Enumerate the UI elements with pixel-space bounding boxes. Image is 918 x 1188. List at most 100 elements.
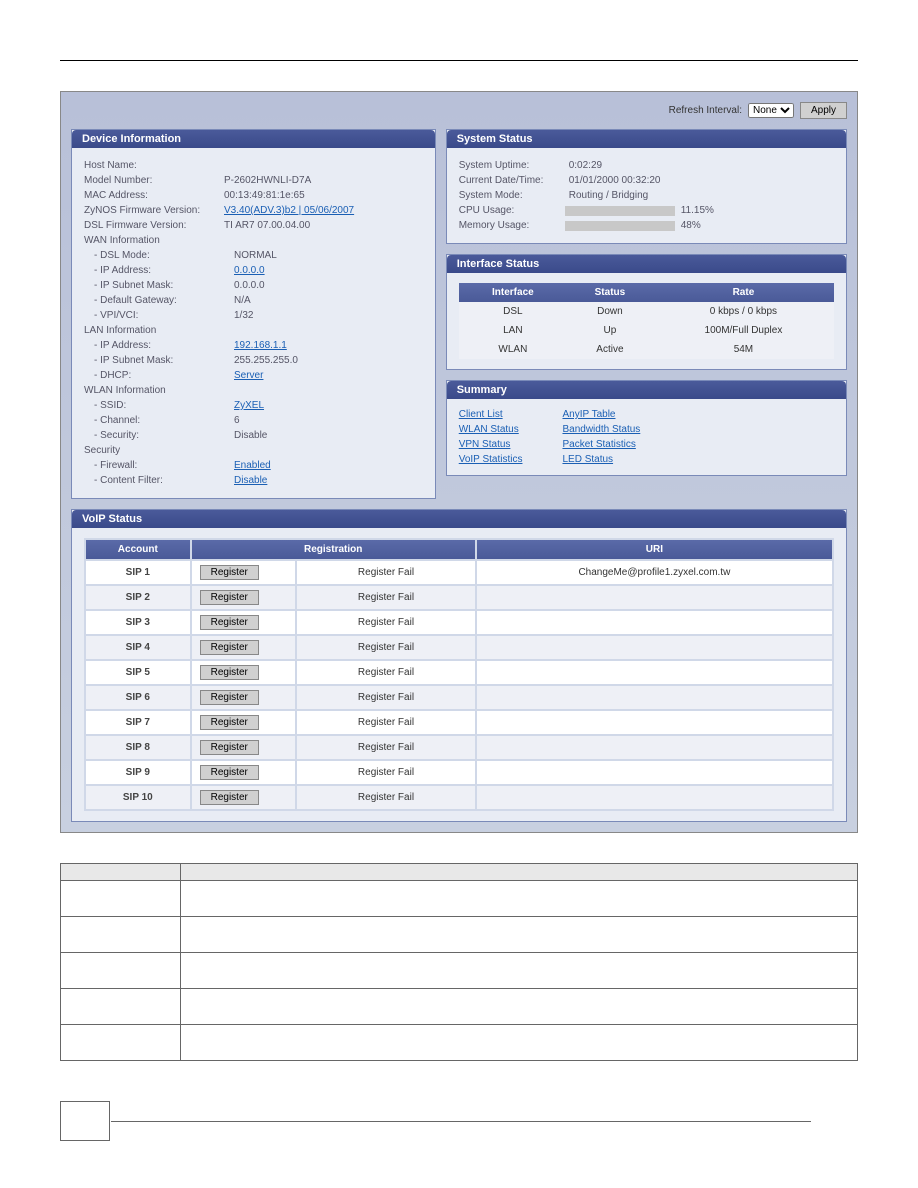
- cpu-bar: [565, 206, 675, 216]
- wan-ip-link[interactable]: 0.0.0.0: [234, 265, 265, 276]
- register-button[interactable]: Register: [200, 665, 259, 680]
- voip-uri: ChangeMe@profile1.zyxel.com.tw: [477, 561, 832, 584]
- register-button[interactable]: Register: [200, 565, 259, 580]
- voip-register-cell: Register: [192, 761, 296, 784]
- router-status-screenshot: Refresh Interval: None Apply Device Info…: [60, 91, 858, 833]
- wlan-ssid-link[interactable]: ZyXEL: [234, 400, 264, 411]
- firewall-link[interactable]: Enabled: [234, 460, 271, 471]
- voip-account: SIP 7: [86, 711, 190, 734]
- iface-cell: LAN: [459, 321, 567, 340]
- wan-section-label: WAN Information: [84, 233, 423, 248]
- summary-link[interactable]: LED Status: [562, 454, 640, 465]
- mac-address-value: 00:13:49:81:1e:65: [224, 190, 305, 201]
- voip-reg-status: Register Fail: [297, 786, 475, 809]
- desc-text: [181, 881, 858, 917]
- refresh-interval-select[interactable]: None: [748, 103, 794, 118]
- voip-reg-status: Register Fail: [297, 611, 475, 634]
- voip-register-cell: Register: [192, 686, 296, 709]
- register-button[interactable]: Register: [200, 740, 259, 755]
- iface-cell: 54M: [653, 340, 834, 359]
- description-table: [60, 863, 858, 1061]
- voip-register-cell: Register: [192, 736, 296, 759]
- register-button[interactable]: Register: [200, 790, 259, 805]
- table-row: DSLDown0 kbps / 0 kbps: [459, 302, 834, 321]
- register-button[interactable]: Register: [200, 715, 259, 730]
- summary-link[interactable]: VPN Status: [459, 439, 523, 450]
- datetime-value: 01/01/2000 00:32:20: [569, 175, 661, 186]
- register-button[interactable]: Register: [200, 690, 259, 705]
- firewall-label: - Firewall:: [94, 460, 234, 471]
- wan-subnet-value: 0.0.0.0: [234, 280, 265, 291]
- wan-gw-value: N/A: [234, 295, 251, 306]
- summary-link[interactable]: VoIP Statistics: [459, 454, 523, 465]
- apply-button[interactable]: Apply: [800, 102, 847, 119]
- security-section-label: Security: [84, 443, 423, 458]
- register-button[interactable]: Register: [200, 615, 259, 630]
- lan-section-label: LAN Information: [84, 323, 423, 338]
- voip-account: SIP 4: [86, 636, 190, 659]
- mode-value: Routing / Bridging: [569, 190, 649, 201]
- wan-vpivci-label: - VPI/VCI:: [94, 310, 234, 321]
- uptime-value: 0:02:29: [569, 160, 602, 171]
- wan-vpivci-value: 1/32: [234, 310, 253, 321]
- register-button[interactable]: Register: [200, 640, 259, 655]
- mem-label: Memory Usage:: [459, 220, 559, 231]
- table-row: SIP 2RegisterRegister Fail: [86, 586, 832, 609]
- lan-ip-link[interactable]: 192.168.1.1: [234, 340, 287, 351]
- mode-label: System Mode:: [459, 190, 569, 201]
- iface-th: Status: [567, 283, 653, 302]
- table-row: SIP 4 Register Register Fail: [86, 636, 832, 659]
- table-row: SIP 8RegisterRegister Fail: [86, 736, 832, 759]
- register-button[interactable]: Register: [200, 590, 259, 605]
- content-filter-label: - Content Filter:: [94, 475, 234, 486]
- summary-link[interactable]: AnyIP Table: [562, 409, 640, 420]
- table-row: SIP 1RegisterRegister FailChangeMe@profi…: [86, 561, 832, 584]
- voip-uri: [477, 736, 832, 759]
- summary-link[interactable]: Client List: [459, 409, 523, 420]
- voip-account: SIP 9: [86, 761, 190, 784]
- wan-ip-label: - IP Address:: [94, 265, 234, 276]
- voip-reg-status: Register Fail: [297, 586, 475, 609]
- voip-th: Registration: [192, 540, 475, 559]
- voip-reg-status: Register Fail: [297, 636, 475, 659]
- cpu-value: 11.15%: [681, 205, 714, 216]
- summary-link[interactable]: Packet Statistics: [562, 439, 640, 450]
- register-button[interactable]: Register: [200, 765, 259, 780]
- summary-link[interactable]: WLAN Status: [459, 424, 523, 435]
- desc-label: [61, 1025, 181, 1061]
- iface-cell: 0 kbps / 0 kbps: [653, 302, 834, 321]
- interface-status-panel: Interface Status InterfaceStatusRate DSL…: [446, 254, 847, 370]
- voip-uri: [477, 611, 832, 634]
- datetime-label: Current Date/Time:: [459, 175, 569, 186]
- desc-text: [181, 989, 858, 1025]
- desc-label: [61, 953, 181, 989]
- voip-table: AccountRegistrationURI SIP 1RegisterRegi…: [84, 538, 834, 811]
- desc-text: [181, 953, 858, 989]
- lan-ip-label: - IP Address:: [94, 340, 234, 351]
- voip-uri: [477, 636, 832, 659]
- zynos-fw-link[interactable]: V3.40(ADV.3)b2 | 05/06/2007: [224, 205, 354, 216]
- summary-link[interactable]: Bandwidth Status: [562, 424, 640, 435]
- wan-gw-label: - Default Gateway:: [94, 295, 234, 306]
- wlan-channel-label: - Channel:: [94, 415, 234, 426]
- table-row: WLANActive54M: [459, 340, 834, 359]
- dsl-fw-value: TI AR7 07.00.04.00: [224, 220, 310, 231]
- voip-uri: [477, 686, 832, 709]
- mem-bar: [565, 221, 675, 231]
- table-row: [61, 1025, 858, 1061]
- voip-uri: [477, 786, 832, 809]
- model-number-label: Model Number:: [84, 175, 224, 186]
- voip-th: URI: [477, 540, 832, 559]
- mem-value: 48%: [681, 220, 701, 231]
- table-row: [61, 989, 858, 1025]
- device-info-header: Device Information: [72, 130, 435, 148]
- voip-th: Account: [86, 540, 190, 559]
- content-filter-link[interactable]: Disable: [234, 475, 267, 486]
- table-row: SIP 7RegisterRegister Fail: [86, 711, 832, 734]
- lan-dhcp-link[interactable]: Server: [234, 370, 263, 381]
- iface-cell: WLAN: [459, 340, 567, 359]
- table-row: SIP 5RegisterRegister Fail: [86, 661, 832, 684]
- voip-uri: [477, 711, 832, 734]
- voip-register-cell: Register: [192, 661, 296, 684]
- wan-dslmode-label: - DSL Mode:: [94, 250, 234, 261]
